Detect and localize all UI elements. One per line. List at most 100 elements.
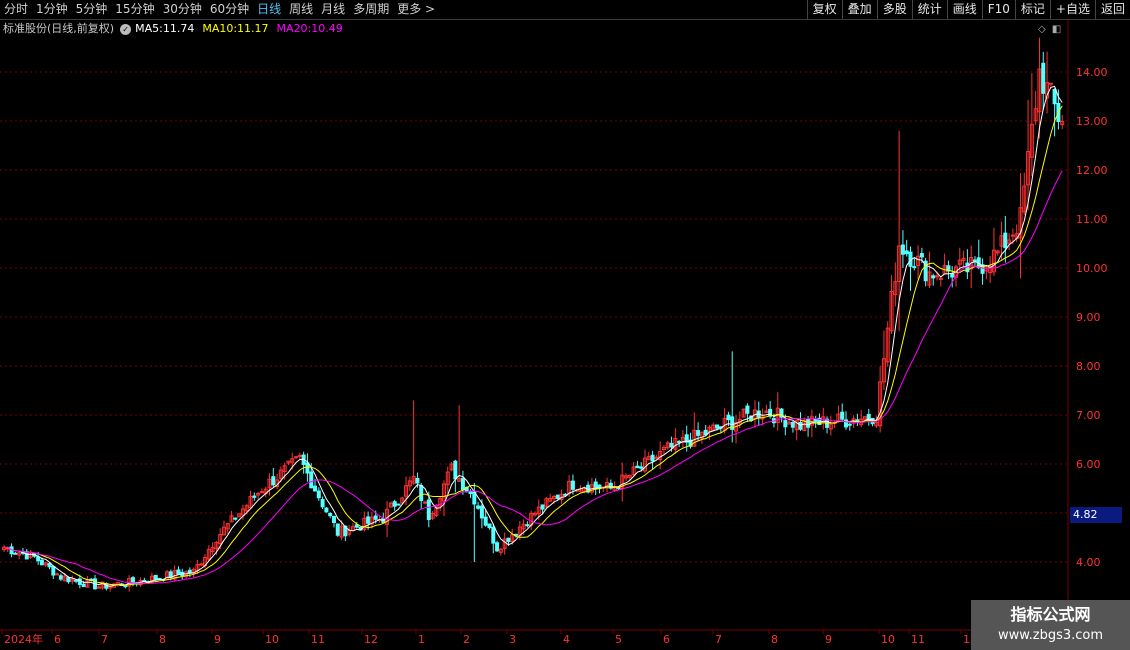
date-tick-label: 4 <box>563 633 570 646</box>
price-tick-label: 10.00 <box>1076 262 1108 275</box>
candle-body <box>320 499 325 508</box>
candle-body <box>423 501 428 504</box>
candle-body <box>453 460 458 480</box>
candle-body <box>570 480 575 490</box>
candle-body <box>813 418 818 423</box>
candle-body <box>677 440 682 443</box>
candle-body <box>506 537 511 543</box>
candle-body <box>199 563 204 566</box>
date-tick-label: 12 <box>364 633 378 646</box>
current-price-marker: 4.82 <box>1070 507 1122 523</box>
watermark-url: www.zbgs3.com <box>997 628 1104 643</box>
date-tick-label: 6 <box>663 633 670 646</box>
price-tick-label: 8.00 <box>1076 360 1101 373</box>
candle-body <box>900 244 905 255</box>
date-tick-label: 2024年 <box>4 632 43 646</box>
candle-body <box>919 253 924 258</box>
candle-body <box>74 579 79 582</box>
candle-body <box>1003 232 1008 249</box>
candle-body <box>798 421 803 430</box>
candle-body <box>373 515 378 520</box>
candle-body <box>639 466 644 469</box>
candle-body <box>354 524 359 528</box>
candle-body <box>1010 234 1015 237</box>
date-tick-label: 10 <box>881 633 895 646</box>
candle-body <box>715 424 720 429</box>
date-tick-label: 11 <box>911 633 925 646</box>
watermark-title: 指标公式网 <box>1010 605 1091 624</box>
candle-body <box>904 250 909 255</box>
date-tick-label: 7 <box>101 633 108 646</box>
candle-body <box>783 420 788 428</box>
date-tick-label: 1 <box>418 633 425 646</box>
candle-body <box>650 454 655 462</box>
candle-body <box>331 515 336 523</box>
candle-body <box>81 583 86 588</box>
date-tick-label: 10 <box>265 633 279 646</box>
date-tick-label: 8 <box>159 633 166 646</box>
candle-body <box>483 516 488 526</box>
candle-body <box>297 454 302 457</box>
date-tick-label: 6 <box>54 633 61 646</box>
candle-body <box>468 490 473 495</box>
candle-body <box>39 559 44 566</box>
candle-body <box>13 552 18 555</box>
date-tick-label: 8 <box>771 633 778 646</box>
candle-body <box>366 516 371 524</box>
date-tick-label: 3 <box>509 633 516 646</box>
candle-body <box>1052 88 1057 105</box>
price-tick-label: 11.00 <box>1076 213 1108 226</box>
candle-body <box>1048 82 1053 85</box>
candle-body <box>316 490 321 499</box>
candle-body <box>479 505 484 519</box>
kline-chart[interactable]: 14.0013.0012.0011.0010.009.008.007.006.0… <box>0 0 1130 650</box>
candle-body <box>840 411 845 420</box>
candle-body <box>1041 62 1046 94</box>
candle-body <box>294 456 299 459</box>
candle-body <box>476 505 481 509</box>
price-tick-label: 7.00 <box>1076 409 1101 422</box>
candle-body <box>847 423 852 426</box>
right-panel-edge <box>1120 20 1130 630</box>
date-tick-label: 11 <box>311 633 325 646</box>
price-tick-label: 14.00 <box>1076 66 1108 79</box>
candle-body <box>51 566 56 576</box>
candle-body <box>313 485 318 492</box>
candle-body <box>912 266 917 269</box>
candle-body <box>271 476 276 486</box>
candle-body <box>460 477 465 491</box>
date-tick-label: 9 <box>214 633 221 646</box>
candle-body <box>491 526 496 544</box>
candle-body <box>309 471 314 489</box>
price-tick-label: 4.00 <box>1076 556 1101 569</box>
candle-body <box>593 481 598 488</box>
candle-body <box>123 585 128 588</box>
candle-body <box>726 414 731 421</box>
candle-body <box>540 504 545 510</box>
date-tick-label: 9 <box>825 633 832 646</box>
candle-body <box>305 462 310 474</box>
candle-body <box>806 418 811 428</box>
candle-body <box>495 542 500 552</box>
candle-body <box>58 575 63 580</box>
candle-body <box>335 523 340 536</box>
candle-body <box>525 524 530 527</box>
candle-body <box>259 491 264 494</box>
price-tick-label: 6.00 <box>1076 458 1101 471</box>
date-tick-label: 2 <box>463 633 470 646</box>
candle-body <box>426 499 431 520</box>
candle-body <box>555 494 560 499</box>
candle-body <box>419 485 424 502</box>
ma20-line <box>3 170 1063 585</box>
price-tick-label: 13.00 <box>1076 115 1108 128</box>
candle-body <box>866 413 871 420</box>
candle-body <box>935 275 940 278</box>
candle-body <box>66 577 71 583</box>
candle-body <box>176 569 181 575</box>
candle-body <box>790 421 795 428</box>
candle-body <box>328 513 333 517</box>
candle-body <box>931 275 936 279</box>
candle-body <box>55 573 60 576</box>
candle-body <box>669 442 674 448</box>
candle-body <box>233 517 238 520</box>
